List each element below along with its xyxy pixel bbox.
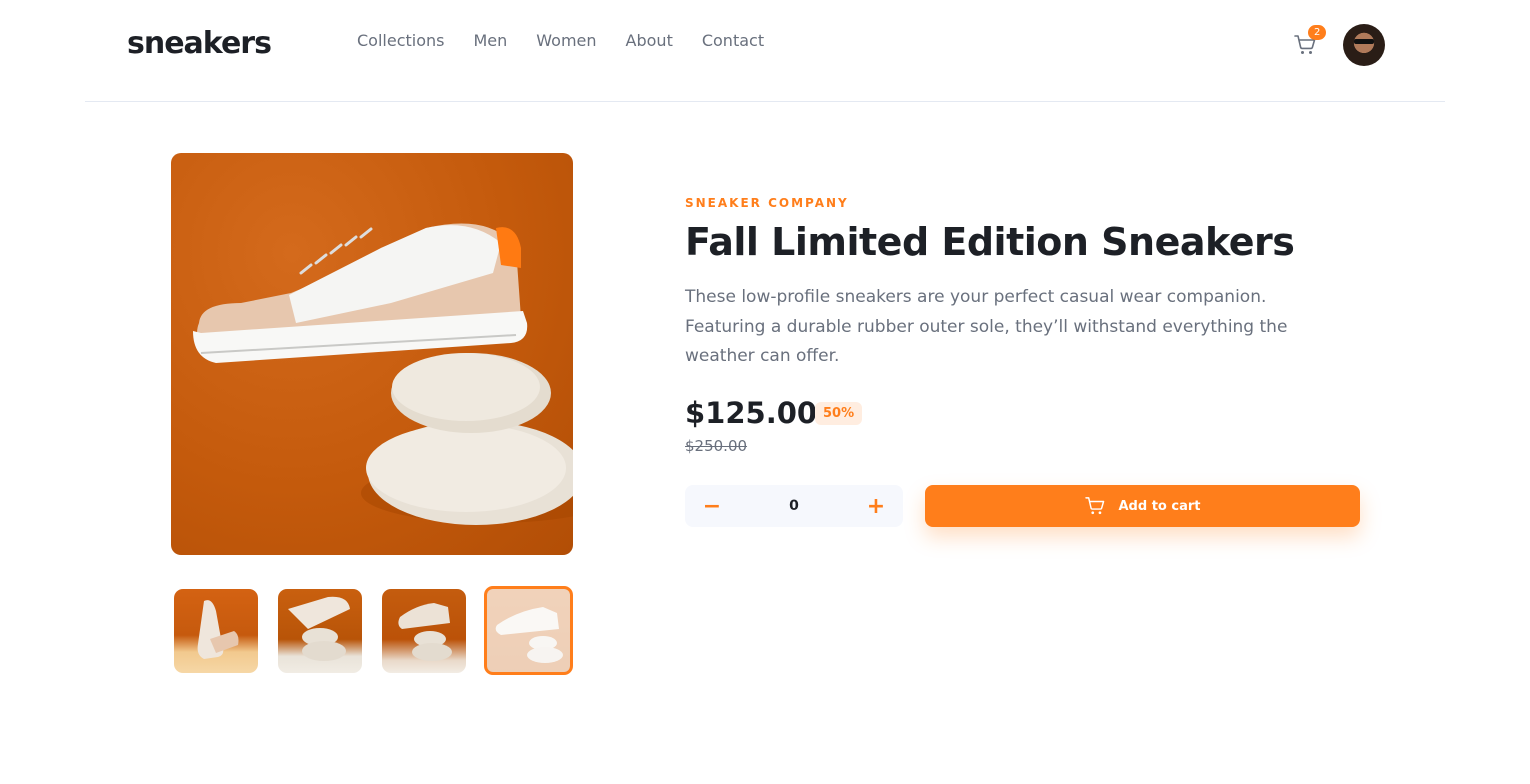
user-avatar[interactable] <box>1343 24 1385 66</box>
quantity-stepper: − 0 + <box>685 485 903 527</box>
product-main-image[interactable] <box>171 153 573 555</box>
cart-count-badge: 2 <box>1308 25 1327 40</box>
cart-button[interactable]: 2 <box>1294 25 1327 58</box>
thumbnail-1[interactable] <box>174 589 258 673</box>
thumbnail-4-image <box>495 607 563 663</box>
site-header: sneakers Collections Men Women About Con… <box>85 0 1445 102</box>
add-to-cart-button[interactable]: Add to cart <box>925 485 1360 527</box>
main-nav: Collections Men Women About Contact <box>357 31 793 50</box>
nav-link-men[interactable]: Men <box>473 31 507 50</box>
company-label: SNEAKER COMPANY <box>685 196 849 210</box>
nav-link-collections[interactable]: Collections <box>357 31 444 50</box>
quantity-value: 0 <box>789 498 799 514</box>
quantity-decrease-button[interactable]: − <box>685 485 739 527</box>
current-price: $125.00 <box>685 396 818 430</box>
nav-link-contact[interactable]: Contact <box>702 31 764 50</box>
avatar-glasses <box>1354 39 1374 44</box>
thumbnail-3[interactable] <box>382 589 466 673</box>
quantity-increase-button[interactable]: + <box>849 485 903 527</box>
discount-badge: 50% <box>815 402 863 425</box>
sneaker-on-stones-illustration <box>193 223 573 525</box>
thumbnail-4[interactable] <box>484 586 573 675</box>
original-price: $250.00 <box>685 437 748 455</box>
thumbnail-2-image <box>288 596 350 661</box>
add-to-cart-label: Add to cart <box>1118 498 1201 514</box>
product-description: These low-profile sneakers are your perf… <box>685 287 1288 366</box>
nav-link-women[interactable]: Women <box>536 31 596 50</box>
thumbnail-3-image <box>398 603 452 661</box>
cart-icon <box>1084 497 1104 515</box>
product-title: Fall Limited Edition Sneakers <box>685 220 1295 264</box>
brand-logo[interactable]: sneakers <box>127 26 272 61</box>
thumbnail-1-image <box>197 600 239 659</box>
thumbnail-2[interactable] <box>278 589 362 673</box>
nav-link-about[interactable]: About <box>626 31 673 50</box>
